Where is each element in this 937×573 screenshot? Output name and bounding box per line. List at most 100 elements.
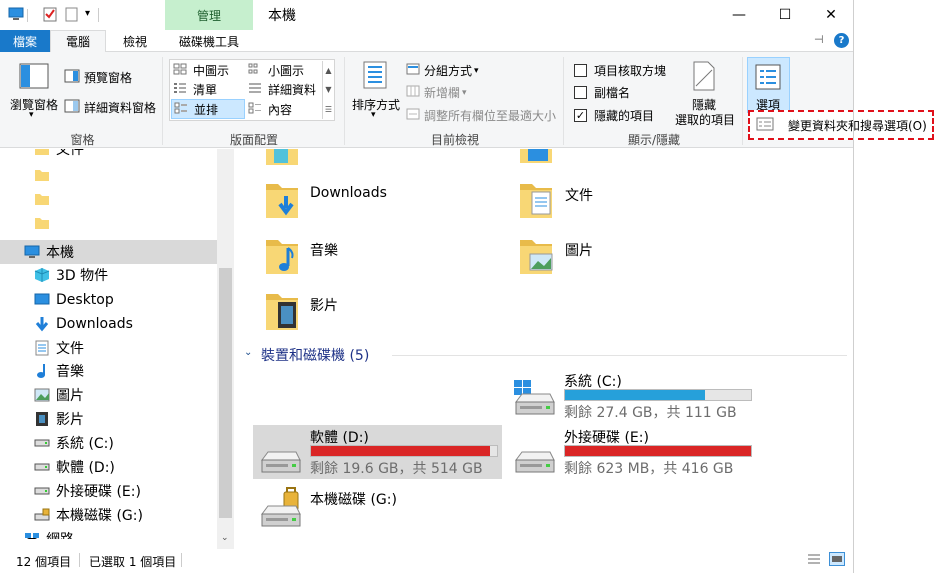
qat-customize-icon[interactable]: ▾ [85,8,90,19]
sidebar-item[interactable]: 音樂 [0,359,217,383]
change-folder-options-item[interactable]: 變更資料夾和搜尋選項(O) [788,117,927,134]
group-separator [344,57,345,145]
item-checkboxes-checkbox[interactable] [574,64,587,77]
pictures-folder-icon[interactable] [518,236,554,279]
tab-view[interactable]: 檢視 [106,30,164,52]
scroll-down-arrow-icon[interactable]: ⌄ [221,533,229,543]
gallery-more-icon[interactable]: ☰ [325,105,332,114]
pictures-icon [34,387,50,403]
details-pane-button[interactable]: 詳細資料窗格 [64,99,156,116]
sort-by-button[interactable]: 排序方式 [352,96,400,113]
music-folder-icon[interactable] [264,236,300,279]
drive-usage-fill [565,390,706,400]
folder-documents-label[interactable]: 文件 [565,185,593,205]
folder-pictures-label[interactable]: 圖片 [565,240,593,260]
sidebar-item[interactable]: 文件 [0,336,217,360]
layout-details[interactable]: 詳細資料 [248,81,316,98]
group-label-layout: 版面配置 [229,133,278,147]
size-columns-icon [406,108,420,123]
computer-icon[interactable] [8,7,24,24]
drive-icon[interactable] [258,444,302,479]
preview-pane-button[interactable]: 預覽窗格 [64,69,132,86]
sidebar-item[interactable]: 系統 (C:) [0,431,217,455]
videos-folder-icon[interactable] [264,290,300,335]
hidden-items-checkbox[interactable]: ✓ [574,109,587,122]
tiles-view-toggle-icon[interactable] [829,552,845,566]
new-folder-icon[interactable] [64,6,80,25]
drive-name[interactable]: 軟體 (D:) [310,427,369,447]
computer-icon [24,244,40,260]
3d-objects-folder-icon[interactable] [264,149,300,170]
preview-pane-icon [64,69,80,86]
drive-icon [34,435,50,451]
sidebar-item-label: 音樂 [56,364,84,380]
sidebar-item[interactable]: 外接硬碟 (E:) [0,479,217,503]
sidebar-item[interactable]: 本機磁碟 (G:) [0,503,217,527]
layout-small-icons[interactable]: 小圖示 [248,62,304,79]
drive-name[interactable]: 系統 (C:) [564,371,622,391]
system-drive-icon[interactable] [512,380,556,421]
hide-selected-icon[interactable] [692,60,716,95]
layout-content[interactable]: 內容 [248,101,292,118]
sidebar-item[interactable]: Downloads [0,312,217,336]
drive-name[interactable]: 外接硬碟 (E:) [564,427,649,447]
drive-icon[interactable] [512,444,556,479]
file-extensions-checkbox[interactable] [574,86,587,99]
navigation-pane-icon[interactable] [19,63,49,92]
drive-name[interactable]: 本機磁碟 (G:) [310,489,397,509]
downloads-folder-icon[interactable] [264,180,300,223]
scroll-down-icon[interactable]: ▼ [325,85,331,94]
content-view-icon [248,102,262,117]
sidebar-item[interactable]: 圖片 [0,383,217,407]
navigation-pane-button[interactable]: 瀏覽窗格 [10,96,58,113]
tab-computer[interactable]: 電腦 [50,30,106,52]
tiles-label: 並排 [194,102,219,117]
group-by-button[interactable]: 分組方式 ▾ [406,62,479,79]
sidebar-item[interactable]: 軟體 (D:) [0,455,217,479]
close-button[interactable]: ✕ [808,0,854,30]
status-divider [79,553,80,567]
minimize-button[interactable]: — [716,0,762,30]
devices-header[interactable]: 裝置和磁碟機 (5) [261,345,369,365]
layout-list[interactable]: 清單 [173,81,217,98]
hidden-items-toggle[interactable]: ✓ 隱藏的項目 [574,107,654,124]
add-columns-button[interactable]: 新增欄 ▾ [406,84,467,101]
desktop-folder-icon[interactable] [518,149,554,168]
item-checkboxes-toggle[interactable]: 項目核取方塊 [574,62,666,79]
sidebar-item[interactable]: Desktop [0,288,217,312]
scroll-up-icon[interactable]: ▲ [325,66,331,75]
layout-tiles[interactable]: 並排 [171,99,245,119]
sidebar-item[interactable] [0,163,217,187]
sidebar-item[interactable]: 影片 [0,407,217,431]
tab-drive-tools[interactable]: 磁碟機工具 [165,30,253,52]
folder-downloads-label[interactable]: Downloads [310,185,387,201]
pin-ribbon-icon[interactable]: ⊣ [814,33,824,46]
properties-icon[interactable] [42,6,58,25]
chevron-down-icon: ▾ [462,87,467,98]
help-icon[interactable]: ? [834,33,849,48]
size-columns-button[interactable]: 調整所有欄位至最適大小 [406,107,556,124]
file-extensions-toggle[interactable]: 副檔名 [574,84,630,101]
details-view-toggle-icon[interactable] [807,553,821,568]
sidebar-item-label: 3D 物件 [56,268,109,284]
group-by-label: 分組方式 [424,64,473,78]
documents-folder-icon[interactable] [518,180,554,223]
sidebar-item[interactable] [0,187,217,211]
hide-selected-label-2[interactable]: 選取的項目 [675,111,735,128]
locked-drive-icon[interactable] [258,486,302,533]
collapse-group-icon[interactable]: ⌄ [244,347,252,358]
sidebar-item[interactable] [0,211,217,235]
group-label-show-hide: 顯示/隱藏 [627,133,681,147]
folder-videos-label[interactable]: 影片 [310,295,338,315]
tab-file[interactable]: 檔案 [0,30,50,52]
maximize-button[interactable]: ☐ [762,0,808,30]
sidebar-item-this-pc[interactable]: 本機 [0,240,217,264]
layout-medium-icons[interactable]: 中圖示 [173,62,229,79]
sort-by-icon[interactable] [360,60,390,93]
hidden-items-label: 隱藏的項目 [594,109,655,123]
sidebar-scroll-thumb[interactable] [219,268,232,518]
folder-music-label[interactable]: 音樂 [310,240,338,260]
layout-gallery-scroll[interactable]: ▲ ▼ ☰ [322,61,334,119]
sidebar-item[interactable]: 3D 物件 [0,263,217,287]
size-columns-label: 調整所有欄位至最適大小 [424,109,557,123]
